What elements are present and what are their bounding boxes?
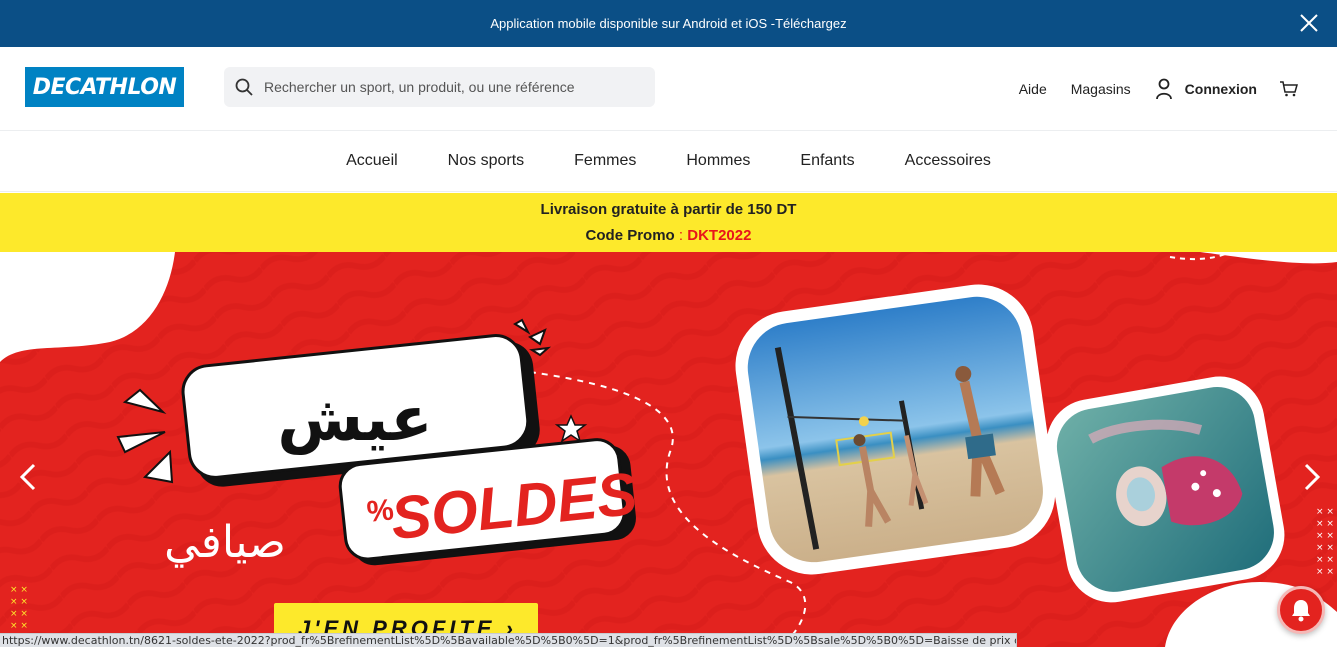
hero-slide-image[interactable]: عيش % SOLDES صيافي J'EN PROFITE › × × × … [0, 252, 1337, 647]
login-link[interactable]: Connexion [1155, 78, 1257, 100]
hero-carousel[interactable]: عيش % SOLDES صيافي J'EN PROFITE › × × × … [0, 252, 1337, 647]
svg-text:× ×: × × [10, 585, 28, 595]
decathlon-logo[interactable]: DECATHLON [25, 67, 184, 107]
help-link[interactable]: Aide [1019, 81, 1047, 97]
nav-item-nos-sports[interactable]: Nos sports [448, 152, 524, 170]
search-icon[interactable] [234, 77, 254, 97]
promo-code-line: Code Promo : DKT2022 [586, 223, 752, 249]
promo-code-value: DKT2022 [687, 226, 752, 244]
nav-item-accessoires[interactable]: Accessoires [905, 152, 991, 170]
nav-item-hommes[interactable]: Hommes [686, 152, 750, 170]
svg-text:× ×: × × [10, 621, 28, 631]
svg-text:× ×: × × [1316, 555, 1334, 565]
nav-item-enfants[interactable]: Enfants [800, 152, 854, 170]
promo-strip: Livraison gratuite à partir de 150 DT Co… [0, 193, 1337, 252]
app-download-banner[interactable]: Application mobile disponible sur Androi… [0, 0, 1337, 47]
site-header: DECATHLON Aide Magasins Connexion [0, 47, 1337, 131]
arabic-subtitle: صيافي [164, 517, 286, 568]
notification-bell-button[interactable] [1277, 586, 1325, 634]
svg-text:× ×: × × [1316, 519, 1334, 529]
cart-icon[interactable] [1279, 80, 1299, 98]
header-links: Aide Magasins Connexion [1019, 47, 1337, 131]
bell-icon [1292, 600, 1310, 622]
svg-text:× ×: × × [1316, 543, 1334, 553]
browser-status-url: https://www.decathlon.tn/8621-soldes-ete… [0, 633, 1017, 647]
search-bar[interactable] [224, 67, 655, 107]
promo-code-label: Code Promo [585, 226, 675, 244]
close-icon[interactable] [1295, 9, 1323, 37]
search-input[interactable] [264, 79, 644, 95]
user-icon [1155, 78, 1172, 100]
nav-item-accueil[interactable]: Accueil [346, 152, 398, 170]
nav-item-femmes[interactable]: Femmes [574, 152, 636, 170]
svg-text:× ×: × × [10, 597, 28, 607]
carousel-prev-icon[interactable] [12, 457, 42, 497]
logo-text[interactable]: DECATHLON [33, 75, 177, 100]
svg-text:× ×: × × [1316, 531, 1334, 541]
carousel-next-icon[interactable] [1298, 457, 1328, 497]
svg-text:× ×: × × [10, 609, 28, 619]
free-shipping-text: Livraison gratuite à partir de 150 DT [540, 200, 797, 218]
svg-text:× ×: × × [1316, 567, 1334, 577]
promo-code-separator: : [674, 226, 688, 244]
login-label: Connexion [1184, 81, 1257, 97]
stores-link[interactable]: Magasins [1071, 81, 1131, 97]
svg-text:× ×: × × [1316, 507, 1334, 517]
main-nav: Accueil Nos sports Femmes Hommes Enfants… [0, 131, 1337, 192]
arabic-title: عيش [277, 382, 432, 455]
app-download-text[interactable]: Application mobile disponible sur Androi… [490, 16, 846, 31]
